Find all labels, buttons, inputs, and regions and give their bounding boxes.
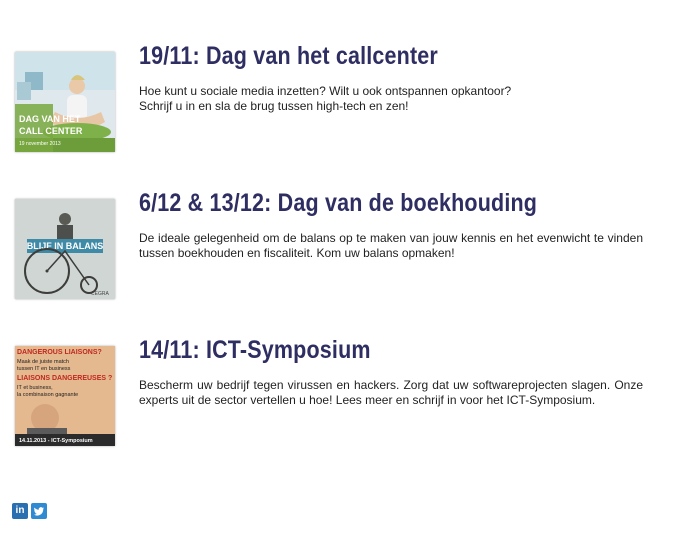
thumb-text: DAG VAN HET bbox=[19, 114, 81, 124]
callcenter-image: DAG VAN HET CALL CENTER 19 november 2013 bbox=[15, 52, 115, 152]
thumb-text: la combinaison gagnante bbox=[17, 392, 78, 398]
thumb-text: tussen IT en business bbox=[17, 366, 71, 372]
event-title-link[interactable]: 14/11: ICT-Symposium bbox=[139, 336, 572, 364]
event-thumbnail-ict-symposium[interactable]: DANGEROUS LIAISONS? Maak de juiste match… bbox=[15, 346, 115, 446]
event-description: Hoe kunt u sociale media inzetten? Wilt … bbox=[139, 84, 643, 114]
event-title-link[interactable]: 6/12 & 13/12: Dag van de boekhouding bbox=[139, 189, 572, 217]
event-description-text: Hoe kunt u sociale media inzetten? Wilt … bbox=[139, 84, 512, 113]
ict-symposium-image: DANGEROUS LIAISONS? Maak de juiste match… bbox=[15, 346, 115, 446]
thumb-text: IT et business, bbox=[17, 385, 53, 391]
thumb-text: LIAISONS DANGEREUSES ? bbox=[17, 375, 112, 382]
event-content: 6/12 & 13/12: Dag van de boekhouding De … bbox=[139, 189, 643, 261]
event-thumbnail-callcenter[interactable]: DAG VAN HET CALL CENTER 19 november 2013 bbox=[15, 52, 115, 152]
event-content: 14/11: ICT-Symposium Bescherm uw bedrijf… bbox=[139, 336, 643, 408]
linkedin-icon: in bbox=[15, 505, 25, 516]
thumb-text: 19 november 2013 bbox=[19, 141, 61, 147]
twitter-icon bbox=[34, 507, 44, 516]
balance-bicycle-image: BLIJF IN BALANS CEGRA bbox=[15, 199, 115, 299]
event-thumbnail-boekhouding[interactable]: BLIJF IN BALANS CEGRA bbox=[15, 199, 115, 299]
thumb-text: CALL CENTER bbox=[19, 126, 83, 136]
event-description: De ideale gelegenheid om de balans op te… bbox=[139, 231, 643, 260]
event-content: 19/11: Dag van het callcenter Hoe kunt u… bbox=[139, 42, 643, 114]
thumb-text: 14.11.2013 - ICT-Symposium bbox=[19, 438, 93, 444]
thumb-text: BLIJF IN BALANS bbox=[27, 241, 104, 251]
thumb-text: Maak de juiste match bbox=[17, 359, 69, 365]
twitter-share-button[interactable] bbox=[31, 503, 47, 519]
linkedin-share-button[interactable]: in bbox=[12, 503, 28, 519]
thumb-text: DANGEROUS LIAISONS? bbox=[17, 349, 102, 356]
social-share-bar: in bbox=[12, 503, 47, 519]
event-title-link[interactable]: 19/11: Dag van het callcenter bbox=[139, 42, 572, 70]
thumb-text: CEGRA bbox=[91, 291, 109, 297]
event-description: Bescherm uw bedrijf tegen virussen en ha… bbox=[139, 378, 643, 407]
